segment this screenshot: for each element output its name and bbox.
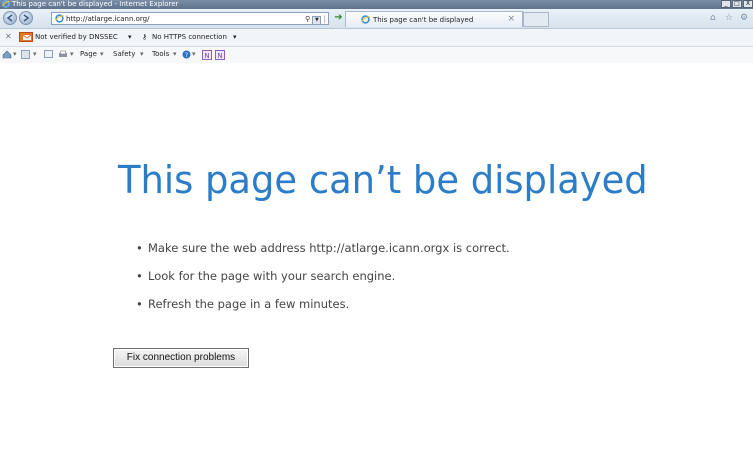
dropdown-icon[interactable]: ▾ xyxy=(128,32,132,42)
gear-icon[interactable]: ⚙ xyxy=(740,13,748,23)
tools-menu[interactable]: Tools xyxy=(152,49,169,59)
page-title: This page can’t be displayed xyxy=(118,158,648,202)
print-icon[interactable] xyxy=(58,50,68,59)
dropdown-icon[interactable]: ▾ xyxy=(13,49,17,59)
address-tools: ⚲ ▼ | xyxy=(305,14,326,25)
close-window-button[interactable]: X xyxy=(743,0,753,8)
home-icon[interactable] xyxy=(2,50,12,59)
svg-text:N: N xyxy=(204,52,209,60)
list-item: Look for the page with your search engin… xyxy=(136,269,510,284)
svg-text:?: ? xyxy=(185,52,188,59)
svg-text:N: N xyxy=(217,52,222,60)
address-bar[interactable]: http://atlarge.icann.org/ ⚲ ▼ | xyxy=(51,12,329,25)
address-text[interactable]: http://atlarge.icann.org/ xyxy=(66,14,149,24)
dropdown-icon[interactable]: ▾ xyxy=(140,49,144,59)
list-item: Make sure the web address http://atlarge… xyxy=(136,241,510,256)
dropdown-icon[interactable]: ▾ xyxy=(70,49,74,59)
https-icon: ⚷ xyxy=(142,33,148,41)
ie-logo-icon xyxy=(2,0,10,8)
refresh-icon[interactable]: | xyxy=(324,15,326,23)
forward-icon xyxy=(23,14,30,22)
tips-list: Make sure the web address http://atlarge… xyxy=(136,241,510,325)
page-menu[interactable]: Page xyxy=(80,49,97,59)
security-bar: ✕ Not verified by DNSSEC ▾ ⚷ No HTTPS co… xyxy=(0,29,753,47)
tab-title: This page can't be displayed xyxy=(373,16,474,24)
fix-connection-button[interactable]: Fix connection problems xyxy=(113,348,249,368)
go-icon[interactable]: ➔ xyxy=(333,13,344,24)
tab-close-icon[interactable]: × xyxy=(507,14,515,24)
help-icon[interactable]: ? xyxy=(182,50,191,59)
home-icon[interactable]: ⌂ xyxy=(710,13,716,23)
favorites-icon[interactable]: ☆ xyxy=(725,13,733,23)
maximize-button[interactable]: □ xyxy=(732,0,742,8)
dropdown-icon[interactable]: ▾ xyxy=(33,49,37,59)
feeds-icon[interactable] xyxy=(21,50,30,59)
command-bar: ▾ ▾ ▾ Page ▾ Safety ▾ Tools ▾ ? ▾ N N xyxy=(0,47,753,63)
dnssec-icon xyxy=(19,32,33,42)
new-tab-button[interactable] xyxy=(523,12,549,27)
tab-ie-icon xyxy=(361,15,370,24)
search-icon[interactable]: ⚲ xyxy=(305,15,310,23)
dropdown-icon[interactable]: ▾ xyxy=(233,32,237,42)
navigation-bar: http://atlarge.icann.org/ ⚲ ▼ | ➔ This p… xyxy=(0,9,753,29)
tab-current[interactable]: This page can't be displayed × xyxy=(345,11,523,27)
mail-icon[interactable] xyxy=(44,50,53,58)
https-status[interactable]: No HTTPS connection xyxy=(152,32,227,42)
back-button[interactable] xyxy=(3,11,17,25)
dropdown-icon[interactable]: ▼ xyxy=(312,16,322,25)
dropdown-icon[interactable]: ▾ xyxy=(192,49,196,59)
ie-page-icon xyxy=(55,14,64,23)
window-title: This page can't be displayed - Internet … xyxy=(12,0,179,8)
onenote-linked-icon[interactable]: N xyxy=(202,50,212,60)
list-item: Refresh the page in a few minutes. xyxy=(136,297,510,312)
forward-button[interactable] xyxy=(19,11,33,25)
dnssec-status[interactable]: Not verified by DNSSEC xyxy=(35,32,118,42)
dropdown-icon[interactable]: ▾ xyxy=(173,49,177,59)
window-controls: _ □ X xyxy=(720,0,753,9)
dropdown-icon[interactable]: ▾ xyxy=(100,49,104,59)
safety-menu[interactable]: Safety xyxy=(113,49,135,59)
close-bar-icon[interactable]: ✕ xyxy=(5,32,12,42)
window-titlebar: This page can't be displayed - Internet … xyxy=(0,0,753,9)
onenote-icon[interactable]: N xyxy=(215,50,225,60)
back-icon xyxy=(6,14,13,22)
minimize-button[interactable]: _ xyxy=(721,0,731,8)
